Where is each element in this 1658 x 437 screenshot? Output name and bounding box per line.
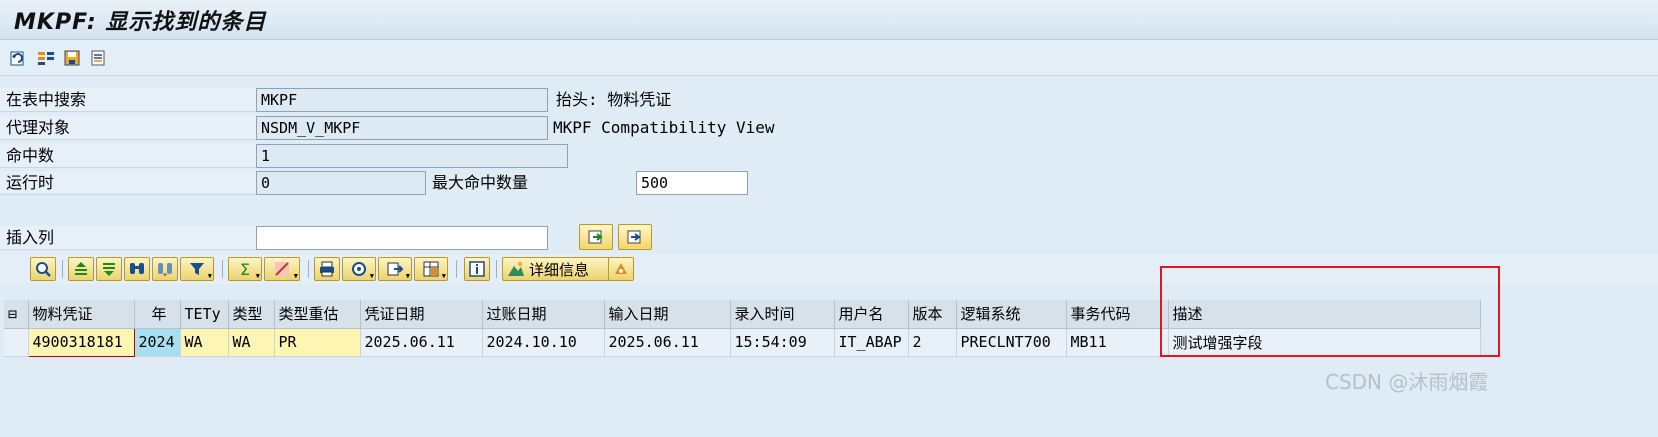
column-header[interactable]: 凭证日期 bbox=[360, 300, 483, 329]
insert-column-button[interactable] bbox=[579, 224, 613, 250]
search-in-table-desc: 抬头: 物料凭证 bbox=[556, 90, 672, 109]
table-header-row: ⊟ 物料凭证 年 TETy 类型 类型重估 凭证日期 过账日期 输入日期 录入时… bbox=[4, 300, 1481, 329]
layout-icon bbox=[423, 261, 439, 277]
abc-button[interactable] bbox=[608, 257, 634, 281]
subtotal-icon bbox=[275, 262, 289, 276]
detail-info-button[interactable]: 详细信息 bbox=[502, 257, 612, 281]
filter-button[interactable]: ▼ bbox=[180, 257, 214, 281]
select-fields-icon[interactable] bbox=[36, 48, 56, 68]
info-button[interactable] bbox=[464, 257, 490, 281]
table-cell[interactable]: 4900318181 bbox=[27, 327, 135, 357]
application-toolbar bbox=[0, 40, 1658, 76]
export-icon bbox=[387, 262, 404, 276]
insert-left-icon bbox=[588, 230, 603, 244]
info-icon bbox=[469, 261, 485, 277]
insert-column-label: 插入列 bbox=[0, 226, 256, 250]
watermark: CSDN @沐雨烟霞 bbox=[1325, 370, 1489, 394]
runtime-field: 0 bbox=[256, 171, 426, 195]
table-cell[interactable]: 15:54:09 bbox=[730, 328, 835, 357]
detail-info-label: 详细信息 bbox=[529, 260, 590, 279]
max-hits-field[interactable]: 500 bbox=[636, 171, 748, 195]
list-icon[interactable] bbox=[88, 48, 108, 68]
proxy-object-field[interactable]: NSDM_V_MKPF bbox=[256, 116, 548, 140]
view-button[interactable]: ▼ bbox=[342, 257, 376, 281]
column-header[interactable]: 物料凭证 bbox=[28, 300, 135, 329]
column-header[interactable]: 版本 bbox=[908, 300, 957, 329]
insert-column-right-button[interactable] bbox=[618, 224, 652, 250]
hit-count-field: 1 bbox=[256, 144, 568, 168]
runtime-label: 运行时 bbox=[0, 171, 256, 195]
column-header[interactable]: 事务代码 bbox=[1066, 300, 1169, 329]
sort-desc-button[interactable] bbox=[96, 257, 122, 281]
detail-icon bbox=[508, 262, 524, 276]
sort-desc-icon bbox=[103, 263, 115, 276]
details-button[interactable] bbox=[30, 257, 56, 281]
sum-button[interactable]: Σ ▼ bbox=[228, 257, 262, 281]
column-header[interactable]: 输入日期 bbox=[604, 300, 731, 329]
hit-count-label: 命中数 bbox=[0, 144, 256, 168]
table-cell[interactable]: 2024.10.10 bbox=[482, 328, 605, 357]
table-cell[interactable]: WA bbox=[180, 328, 229, 357]
max-hits-label: 最大命中数量 bbox=[432, 173, 529, 192]
row-selector[interactable] bbox=[4, 328, 29, 357]
table-cell[interactable]: MB11 bbox=[1066, 328, 1169, 357]
column-header[interactable]: 录入时间 bbox=[730, 300, 835, 329]
export-button[interactable]: ▼ bbox=[378, 257, 412, 281]
layout-button[interactable]: ▼ bbox=[414, 257, 448, 281]
svg-text:+: + bbox=[163, 270, 168, 278]
table-cell[interactable]: 2024 bbox=[134, 328, 181, 357]
details-icon bbox=[36, 262, 51, 277]
filter-icon bbox=[190, 263, 204, 275]
subtotal-button[interactable]: ▼ bbox=[264, 257, 300, 281]
table-row[interactable]: 4900318181 2024 WA WA PR 2025.06.11 2024… bbox=[4, 327, 1481, 357]
layout-select-icon[interactable]: ⊟ bbox=[4, 300, 29, 329]
table-cell[interactable]: 2025.06.11 bbox=[604, 328, 731, 357]
find-next-icon: + bbox=[158, 263, 172, 278]
find-button[interactable] bbox=[124, 257, 150, 281]
column-header[interactable]: 用户名 bbox=[834, 300, 909, 329]
column-header[interactable]: 类型 bbox=[228, 300, 275, 329]
save-variant-icon[interactable] bbox=[62, 48, 82, 68]
grid-toolbar: + ▼ Σ ▼ ▼ ▼ ▼ ▼ 详细信息 bbox=[0, 254, 1658, 284]
column-header[interactable]: 逻辑系统 bbox=[956, 300, 1067, 329]
sort-asc-button[interactable] bbox=[68, 257, 94, 281]
refresh-icon[interactable] bbox=[8, 48, 28, 68]
search-in-table-label: 在表中搜索 bbox=[0, 88, 256, 112]
table-cell[interactable]: 2 bbox=[908, 328, 957, 357]
insert-column-field[interactable] bbox=[256, 226, 548, 250]
print-button[interactable] bbox=[314, 257, 340, 281]
print-icon bbox=[320, 261, 334, 277]
sum-icon: Σ bbox=[240, 260, 250, 278]
column-header[interactable]: 类型重估 bbox=[274, 300, 361, 329]
table-cell[interactable]: PRECLNT700 bbox=[956, 328, 1067, 357]
find-next-button[interactable]: + bbox=[152, 257, 178, 281]
result-table: ⊟ 物料凭证 年 TETy 类型 类型重估 凭证日期 过账日期 输入日期 录入时… bbox=[4, 300, 1481, 357]
proxy-object-label: 代理对象 bbox=[0, 116, 256, 140]
window-title: MKPF: 显示找到的条目 bbox=[14, 10, 267, 35]
table-cell[interactable]: PR bbox=[274, 328, 361, 357]
table-cell[interactable]: IT_ABAP bbox=[834, 328, 909, 357]
insert-right-icon bbox=[627, 230, 641, 244]
column-header[interactable]: 过账日期 bbox=[482, 300, 605, 329]
sort-asc-icon bbox=[75, 262, 87, 275]
abc-icon bbox=[615, 263, 627, 274]
table-cell[interactable]: 2025.06.11 bbox=[360, 328, 483, 357]
column-header[interactable]: 描述 bbox=[1168, 300, 1481, 329]
title-bar: MKPF: 显示找到的条目 bbox=[0, 0, 1658, 40]
table-cell[interactable]: WA bbox=[228, 328, 275, 357]
view-icon bbox=[352, 262, 366, 276]
column-header[interactable]: TETy bbox=[180, 300, 229, 329]
table-cell[interactable]: 测试增强字段 bbox=[1168, 328, 1481, 357]
column-header[interactable]: 年 bbox=[134, 300, 181, 329]
search-in-table-field[interactable]: MKPF bbox=[256, 88, 548, 112]
svg-text:Σ: Σ bbox=[240, 260, 250, 278]
find-icon bbox=[130, 263, 144, 274]
proxy-object-desc: MKPF Compatibility View bbox=[553, 118, 775, 137]
